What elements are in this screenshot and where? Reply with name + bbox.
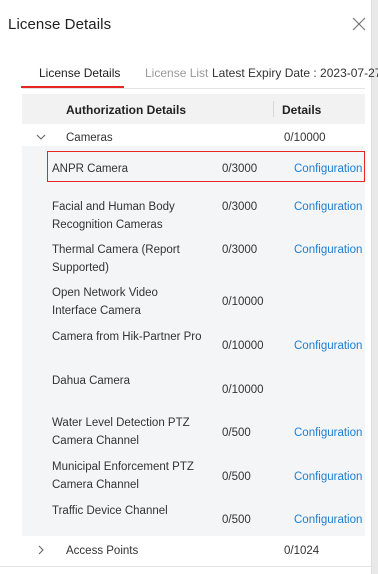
camera-subtable: ANPR Camera 0/3000 Configuration Facial … <box>22 146 365 536</box>
configuration-link[interactable]: Configuration <box>294 160 362 178</box>
camera-type-count: 0/500 <box>222 427 251 439</box>
camera-type-name: Traffic Device Channel <box>52 505 168 517</box>
tab-license-list[interactable]: License List <box>145 66 208 80</box>
configuration-link[interactable]: Configuration <box>294 511 362 529</box>
camera-type-count: 0/10000 <box>222 296 264 308</box>
chevron-down-icon[interactable] <box>36 132 46 142</box>
configuration-link[interactable]: Configuration <box>294 468 362 486</box>
camera-type-count: 0/3000 <box>222 201 258 213</box>
category-name: Cameras <box>66 132 113 144</box>
header-authorization-details: Authorization Details <box>66 103 187 117</box>
configuration-link[interactable]: Configuration <box>294 241 362 259</box>
bottom-divider <box>0 566 372 567</box>
configuration-link[interactable]: Configuration <box>294 424 362 442</box>
camera-type-name: Municipal Enforcement PTZ Camera Channel <box>52 461 194 491</box>
close-icon[interactable] <box>352 17 366 31</box>
configuration-link[interactable]: Configuration <box>294 337 362 355</box>
header-details: Details <box>282 103 322 117</box>
tab-divider <box>22 88 365 89</box>
camera-type-count: 0/10000 <box>222 340 264 352</box>
category-name: Access Points <box>66 545 139 557</box>
configuration-link[interactable]: Configuration <box>294 198 362 216</box>
table-header: Authorization Details Details <box>22 94 365 124</box>
camera-type-name: Camera from Hik-Partner Pro <box>52 331 202 343</box>
camera-type-count: 0/3000 <box>222 244 258 256</box>
chevron-right-icon[interactable] <box>36 545 46 555</box>
header-separator <box>273 101 274 117</box>
dialog-header: License Details <box>0 0 372 50</box>
camera-type-name: Dahua Camera <box>52 375 130 387</box>
category-value: 0/1024 <box>284 545 320 557</box>
camera-type-name: ANPR Camera <box>52 163 129 175</box>
camera-type-count: 0/500 <box>222 514 251 526</box>
latest-expiry-date: Latest Expiry Date : 2023-07-27(.. <box>212 66 378 80</box>
category-row-access-points[interactable]: Access Points 0/1024 <box>22 537 365 565</box>
category-value: 0/10000 <box>284 132 326 144</box>
camera-type-count: 0/3000 <box>222 163 258 175</box>
tab-license-details[interactable]: License Details <box>39 66 120 80</box>
dialog-title: License Details <box>8 16 112 33</box>
camera-type-name: Thermal Camera (Report Supported) <box>52 244 180 274</box>
camera-type-name: Facial and Human Body Recognition Camera… <box>52 201 175 231</box>
camera-type-count: 0/10000 <box>222 384 264 396</box>
camera-type-name: Open Network Video Interface Camera <box>52 287 158 317</box>
camera-type-name: Water Level Detection PTZ Camera Channel <box>52 417 190 447</box>
camera-type-count: 0/500 <box>222 471 251 483</box>
license-details-dialog: License Details License Details License … <box>0 0 378 574</box>
